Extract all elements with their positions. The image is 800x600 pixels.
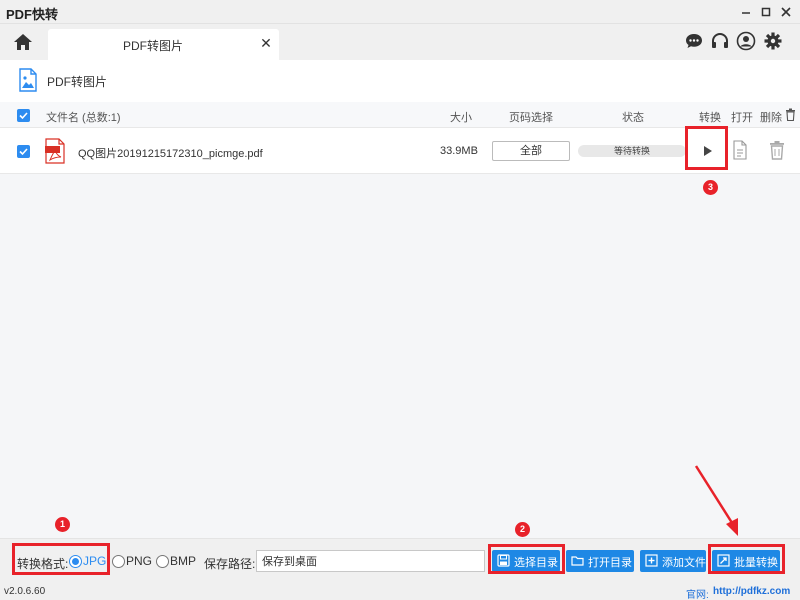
marker-1: 1 [55,517,70,532]
file-name: QQ图片20191215172310_picmge.pdf [78,148,263,160]
website-label: 官网: [686,590,709,600]
plus-icon [645,554,658,567]
page-select-button[interactable]: 全部 [492,141,570,161]
open-directory-button[interactable]: 打开目录 [566,550,634,572]
col-delete: 删除 [760,112,782,124]
section-header: PDF转图片 [0,60,800,102]
chat-icon[interactable] [684,31,704,51]
trash-icon[interactable] [768,140,788,160]
minimize-icon[interactable] [738,4,754,20]
radio-png[interactable]: PNG [112,554,156,570]
table-row: QQ图片20191215172310_picmge.pdf 33.9MB 全部 … [0,128,800,174]
col-size: 大小 [450,112,472,124]
headset-icon[interactable] [710,31,730,51]
bottom-toolbar: 转换格式: JPG PNG BMP 保存路径: 选择目录 打开目录 添加文件 批… [0,538,800,584]
open-directory-label: 打开目录 [588,557,632,569]
close-window-icon[interactable] [778,4,794,20]
gear-icon[interactable] [763,31,783,51]
tab-bar: PDF转图片 ✕ [0,24,800,60]
radio-png-label: PNG [126,554,153,568]
file-size: 33.9MB [440,145,478,157]
tab-pdf-to-image[interactable]: PDF转图片 ✕ [48,29,279,60]
col-status: 状态 [622,112,644,124]
website-link[interactable]: http://pdfkz.com [713,586,790,597]
highlight-box-play [685,126,728,170]
arrow-annotation-icon [694,465,738,536]
col-filename: 文件名 (总数:1) [46,112,121,124]
highlight-box-choose-dir [488,544,565,574]
file-list-empty-area [0,174,800,538]
user-icon[interactable] [736,31,756,51]
col-convert: 转换 [699,112,721,124]
radio-dot [156,555,169,568]
add-file-button[interactable]: 添加文件 [640,550,706,572]
marker-3: 3 [703,180,718,195]
tab-close-icon[interactable]: ✕ [259,36,273,50]
add-file-label: 添加文件 [662,557,706,569]
save-path-label: 保存路径: [204,557,256,571]
home-icon[interactable] [12,31,34,53]
col-page-select: 页码选择 [509,112,553,124]
row-checkbox[interactable] [17,145,30,158]
highlight-box-format [12,543,110,575]
file-list-header: 文件名 (总数:1) 大小 页码选择 状态 转换 打开 删除 [0,102,800,128]
marker-2: 2 [515,522,530,537]
col-open: 打开 [731,112,753,124]
status-line: v2.0.6.60 官网: http://pdfkz.com [0,584,800,600]
pdf-file-icon [44,138,66,167]
title-bar: PDF快转 [0,0,800,24]
radio-bmp-label: BMP [170,554,197,568]
pdf-image-icon [16,68,40,92]
maximize-icon[interactable] [758,4,774,20]
version-text: v2.0.6.60 [4,586,46,597]
tab-label: PDF转图片 [122,39,183,53]
highlight-box-batch [708,544,785,574]
delete-all-icon[interactable] [785,108,796,124]
folder-icon [571,554,584,567]
open-file-icon[interactable] [732,140,752,160]
save-path-input[interactable] [256,550,485,572]
select-all-checkbox[interactable] [17,109,30,122]
app-title: PDF快转 [6,7,59,22]
status-progress: 等待转换 [578,145,686,157]
radio-bmp[interactable]: BMP [156,554,200,570]
section-title: PDF转图片 [47,75,108,89]
radio-dot [112,555,125,568]
